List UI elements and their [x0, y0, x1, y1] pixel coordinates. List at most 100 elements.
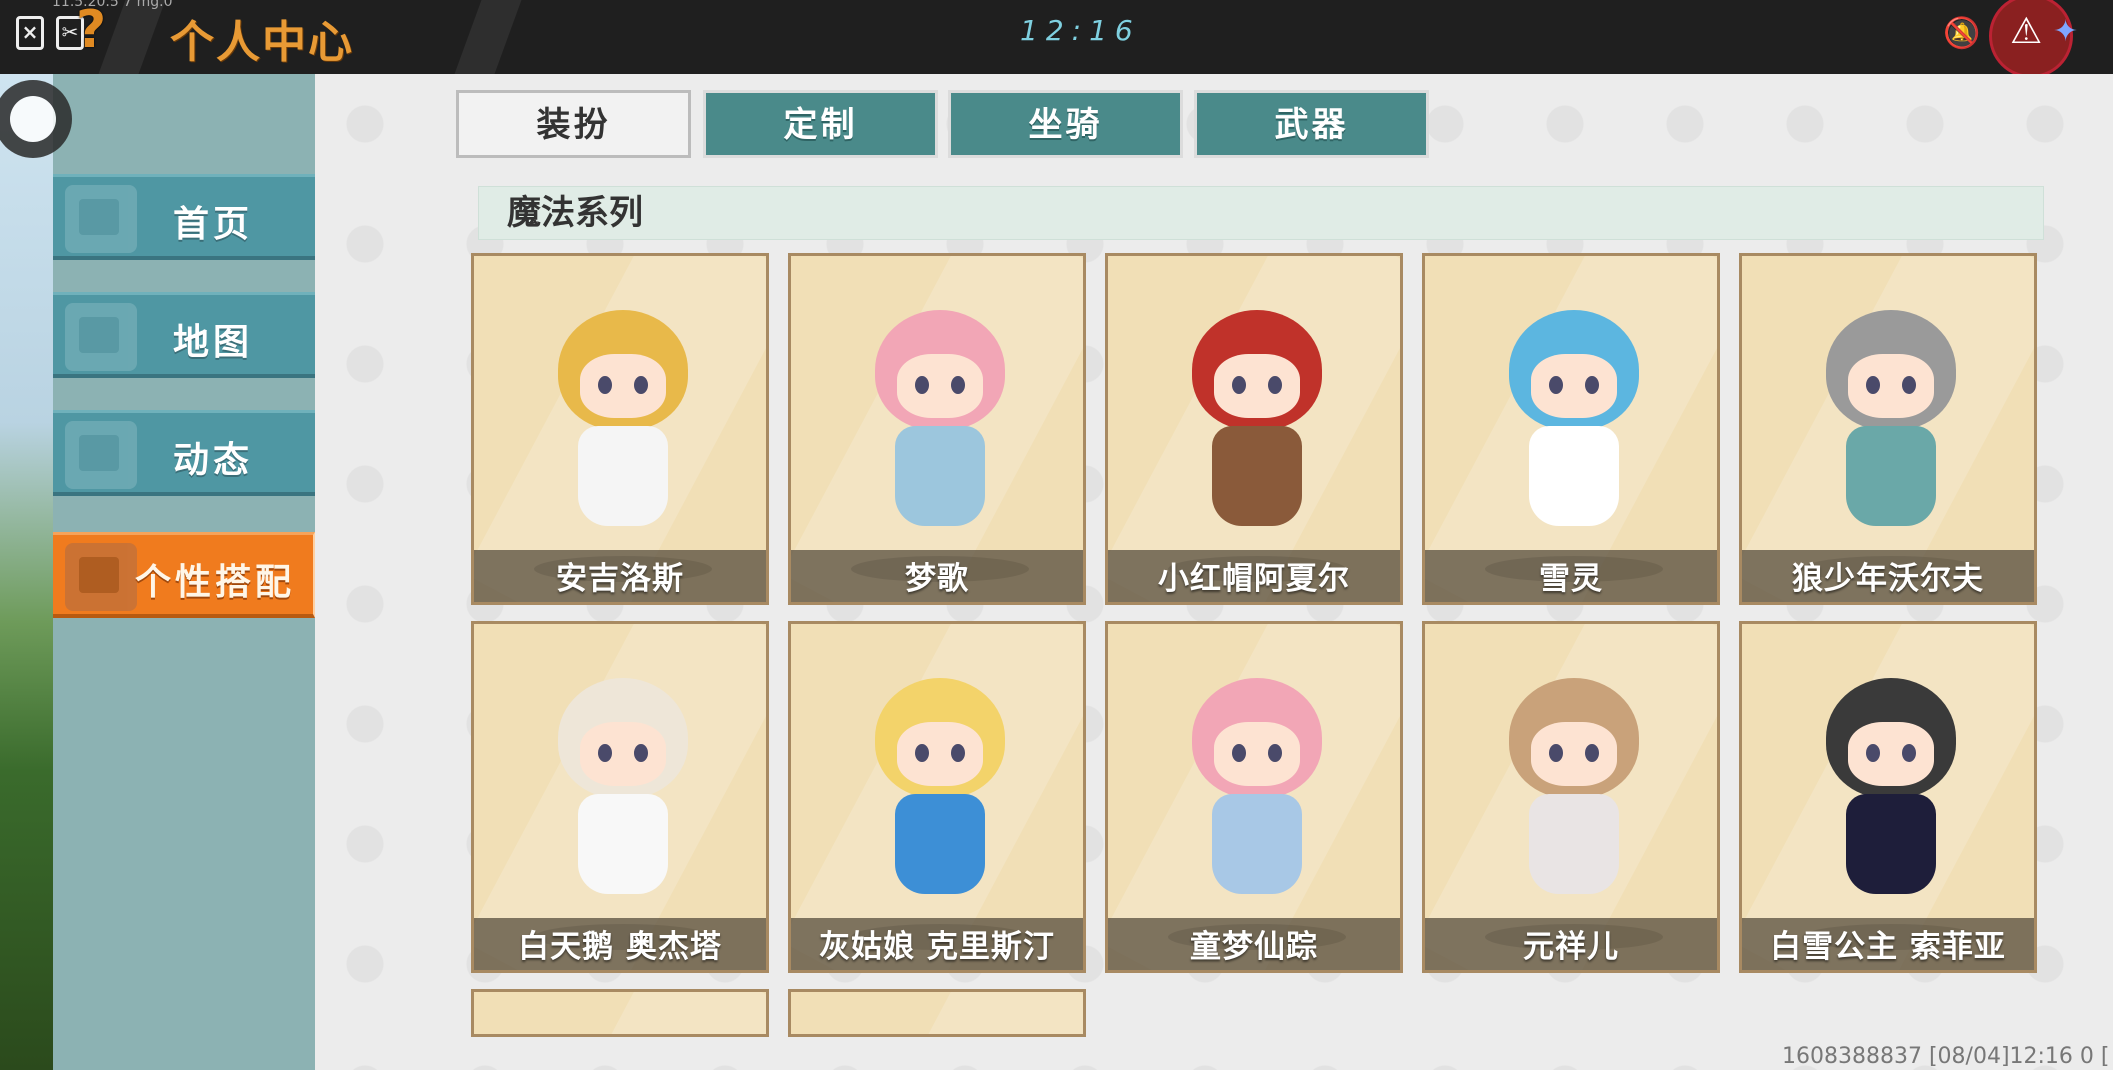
skin-card[interactable]: 元祥儿 [1422, 621, 1720, 973]
bell-icon [65, 421, 137, 489]
skin-avatar [1499, 658, 1649, 898]
skin-card[interactable]: 安吉洛斯 [471, 253, 769, 605]
avatar-eye [1902, 744, 1916, 762]
skin-avatar [1499, 290, 1649, 530]
avatar-outfit [1529, 426, 1619, 526]
avatar-eye [1866, 376, 1880, 394]
avatar-eye [1232, 376, 1246, 394]
close-app-icon[interactable]: × [16, 16, 44, 50]
status-icons: 🔕 ⚠ ✦ [1933, 0, 2113, 78]
skin-card[interactable]: 童梦仙踪 [1105, 621, 1403, 973]
skin-name: 小红帽阿夏尔 [1158, 561, 1350, 597]
skin-card[interactable]: 梦歌 [788, 253, 1086, 605]
skin-name: 元祥儿 [1523, 929, 1619, 965]
skin-name: 雪灵 [1539, 561, 1603, 597]
skin-card[interactable] [471, 989, 769, 1037]
avatar-eye [1232, 744, 1246, 762]
skin-card[interactable]: 小红帽阿夏尔 [1105, 253, 1403, 605]
skin-card[interactable]: 狼少年沃尔夫 [1739, 253, 2037, 605]
skin-name: 灰姑娘 克里斯汀 [819, 929, 1055, 965]
background-scene [0, 74, 53, 1070]
avatar-eye [598, 376, 612, 394]
skin-name: 安吉洛斯 [556, 561, 684, 597]
status-bar: × ✂ 11.5.20.5 7 mg.0 ? 个人中心 12:16 🔕 ⚠ ✦ [0, 0, 2113, 78]
avatar-eye [1866, 744, 1880, 762]
avatar-outfit [1212, 794, 1302, 894]
avatar-eye [951, 376, 965, 394]
outfit-icon [65, 543, 137, 611]
skin-name: 白天鹅 奥杰塔 [518, 929, 722, 965]
avatar-face [580, 722, 666, 786]
sidebar-item-home[interactable]: 首页 [53, 174, 315, 260]
avatar-eye [915, 744, 929, 762]
tab-custom[interactable]: 定制 [703, 90, 938, 158]
tab-dress-up[interactable]: 装扮 [456, 90, 691, 158]
avatar-face [1848, 722, 1934, 786]
skin-name: 白雪公主 索菲亚 [1770, 929, 2006, 965]
skin-name: 狼少年沃尔夫 [1792, 561, 1984, 597]
avatar-outfit [895, 426, 985, 526]
avatar-eye [634, 744, 648, 762]
avatar-outfit [578, 426, 668, 526]
avatar-face [1531, 722, 1617, 786]
user-id-timestamp: 1608388837 [08/04]12:16 0 [ [1782, 1044, 2110, 1069]
skin-avatar [865, 658, 1015, 898]
avatar-eye [1268, 744, 1282, 762]
avatar-eye [951, 744, 965, 762]
avatar-eye [915, 376, 929, 394]
skin-avatar [1182, 658, 1332, 898]
avatar-outfit [1529, 794, 1619, 894]
sidebar-item-outfit[interactable]: 个性搭配 [53, 532, 315, 618]
skin-card[interactable]: 白天鹅 奥杰塔 [471, 621, 769, 973]
avatar-eye [1549, 744, 1563, 762]
avatar-face [897, 354, 983, 418]
avatar-outfit [578, 794, 668, 894]
avatar-eye [634, 376, 648, 394]
avatar-eye [1902, 376, 1916, 394]
avatar-face [897, 722, 983, 786]
skin-card[interactable]: 灰姑娘 克里斯汀 [788, 621, 1086, 973]
sidebar-item-label: 首页 [173, 204, 254, 245]
skin-card[interactable]: 白雪公主 索菲亚 [1739, 621, 2037, 973]
avatar-face [580, 354, 666, 418]
skin-name: 梦歌 [905, 561, 969, 597]
skin-avatar [548, 658, 698, 898]
skin-avatar [1182, 290, 1332, 530]
avatar-face [1848, 354, 1934, 418]
help-icon[interactable]: ? [76, 0, 106, 60]
map-icon [65, 303, 137, 371]
avatar-outfit [895, 794, 985, 894]
sidebar-item-label: 地图 [173, 322, 254, 363]
tab-mount[interactable]: 坐骑 [948, 90, 1183, 158]
page-title: 个人中心 [170, 17, 354, 68]
skin-avatar [865, 290, 1015, 530]
clock: 12:16 [1020, 14, 1141, 47]
avatar-eye [1549, 376, 1563, 394]
avatar-eye [598, 744, 612, 762]
avatar-face [1214, 354, 1300, 418]
sidebar-item-feed[interactable]: 动态 [53, 410, 315, 496]
sidebar-item-label: 动态 [173, 440, 254, 481]
skin-avatar [548, 290, 698, 530]
section-title: 魔法系列 [478, 186, 2044, 240]
avatar-eye [1585, 744, 1599, 762]
sidebar-item-map[interactable]: 地图 [53, 292, 315, 378]
skin-avatar [1816, 290, 1966, 530]
effects-icon: ✦ [2053, 14, 2079, 49]
tab-weapon[interactable]: 武器 [1194, 90, 1429, 158]
home-icon [65, 185, 137, 253]
avatar-eye [1585, 376, 1599, 394]
skin-card[interactable]: 雪灵 [1422, 253, 1720, 605]
avatar-outfit [1846, 426, 1936, 526]
sidebar-item-label: 个性搭配 [135, 562, 296, 603]
avatar-eye [1268, 376, 1282, 394]
skin-name: 童梦仙踪 [1190, 929, 1318, 965]
avatar-outfit [1846, 794, 1936, 894]
skin-card[interactable] [788, 989, 1086, 1037]
avatar-face [1531, 354, 1617, 418]
decor-stripe [98, 0, 166, 74]
avatar-face [1214, 722, 1300, 786]
notifications-off-icon: 🔕 [1943, 16, 1981, 51]
avatar-outfit [1212, 426, 1302, 526]
version-label: 11.5.20.5 7 mg.0 [52, 0, 173, 10]
